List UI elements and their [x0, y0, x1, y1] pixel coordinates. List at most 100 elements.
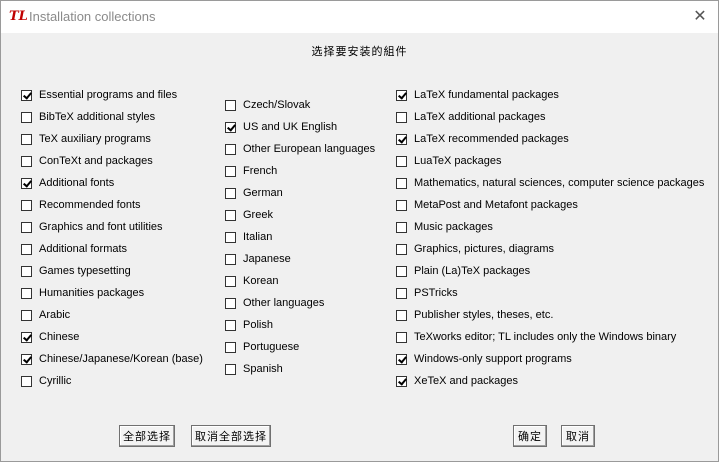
- collection-item[interactable]: Humanities packages: [21, 286, 144, 300]
- collection-item[interactable]: Arabic: [21, 308, 70, 322]
- collection-item[interactable]: Portuguese: [225, 340, 299, 354]
- collection-item[interactable]: Greek: [225, 208, 273, 222]
- collection-checkbox[interactable]: [396, 221, 407, 233]
- collection-checkbox[interactable]: [225, 341, 236, 353]
- collection-item[interactable]: LaTeX recommended packages: [396, 132, 569, 146]
- collection-checkbox[interactable]: [396, 331, 407, 343]
- collection-item[interactable]: Essential programs and files: [21, 88, 177, 102]
- collection-item[interactable]: Chinese: [21, 330, 79, 344]
- collection-checkbox[interactable]: [225, 143, 236, 155]
- collection-item[interactable]: Chinese/Japanese/Korean (base): [21, 352, 203, 366]
- collection-item[interactable]: Mathematics, natural sciences, computer …: [396, 176, 704, 190]
- collection-item[interactable]: Czech/Slovak: [225, 98, 310, 112]
- close-icon[interactable]: ✕: [692, 8, 708, 24]
- collection-checkbox[interactable]: [21, 353, 32, 365]
- deselect-all-button[interactable]: 取消全部选择: [191, 425, 271, 447]
- collection-item[interactable]: Recommended fonts: [21, 198, 141, 212]
- collection-item[interactable]: LaTeX fundamental packages: [396, 88, 559, 102]
- collection-checkbox[interactable]: [225, 165, 236, 177]
- title-bar: TL Installation collections ✕: [1, 1, 718, 33]
- collection-label: Czech/Slovak: [243, 99, 311, 111]
- collection-item[interactable]: Other languages: [225, 296, 324, 310]
- collection-checkbox[interactable]: [396, 287, 407, 299]
- collection-label: Cyrillic: [39, 375, 72, 387]
- collection-checkbox[interactable]: [396, 265, 407, 277]
- cancel-button[interactable]: 取消: [561, 425, 595, 447]
- collection-item[interactable]: Graphics, pictures, diagrams: [396, 242, 554, 256]
- collection-checkbox[interactable]: [225, 209, 236, 221]
- collection-checkbox[interactable]: [21, 89, 32, 101]
- collection-item[interactable]: Graphics and font utilities: [21, 220, 163, 234]
- collection-item[interactable]: US and UK English: [225, 120, 337, 134]
- collection-checkbox[interactable]: [396, 353, 407, 365]
- collection-item[interactable]: Spanish: [225, 362, 283, 376]
- collection-checkbox[interactable]: [396, 309, 407, 321]
- collection-item[interactable]: Additional fonts: [21, 176, 114, 190]
- collection-checkbox[interactable]: [396, 155, 407, 167]
- collection-item[interactable]: Polish: [225, 318, 273, 332]
- collection-item[interactable]: MetaPost and Metafont packages: [396, 198, 578, 212]
- collection-label: US and UK English: [243, 121, 338, 133]
- collection-item[interactable]: Music packages: [396, 220, 493, 234]
- collection-item[interactable]: LuaTeX packages: [396, 154, 501, 168]
- collection-checkbox[interactable]: [396, 89, 407, 101]
- collection-item[interactable]: Japanese: [225, 252, 291, 266]
- collection-label: LaTeX recommended packages: [414, 133, 569, 145]
- collection-checkbox[interactable]: [225, 275, 236, 287]
- collection-checkbox[interactable]: [396, 111, 407, 123]
- collection-label: Italian: [243, 231, 273, 243]
- collection-item[interactable]: Cyrillic: [21, 374, 71, 388]
- select-all-button[interactable]: 全部选择: [119, 425, 175, 447]
- collection-label: ConTeXt and packages: [39, 155, 153, 167]
- collection-item[interactable]: Games typesetting: [21, 264, 131, 278]
- collection-checkbox[interactable]: [21, 287, 32, 299]
- collection-checkbox[interactable]: [225, 363, 236, 375]
- collection-item[interactable]: ConTeXt and packages: [21, 154, 153, 168]
- collection-checkbox[interactable]: [225, 319, 236, 331]
- collection-item[interactable]: Additional formats: [21, 242, 127, 256]
- ok-button[interactable]: 确定: [513, 425, 547, 447]
- collection-checkbox[interactable]: [225, 297, 236, 309]
- collection-checkbox[interactable]: [396, 243, 407, 255]
- collection-checkbox[interactable]: [396, 177, 407, 189]
- collection-item[interactable]: PSTricks: [396, 286, 458, 300]
- collection-item[interactable]: TeX auxiliary programs: [21, 132, 151, 146]
- collection-checkbox[interactable]: [21, 331, 32, 343]
- collection-item[interactable]: German: [225, 186, 283, 200]
- collection-label: Music packages: [414, 221, 493, 233]
- collection-checkbox[interactable]: [225, 187, 236, 199]
- collection-checkbox[interactable]: [21, 309, 32, 321]
- collection-checkbox[interactable]: [21, 199, 32, 211]
- collection-checkbox[interactable]: [21, 221, 32, 233]
- collection-item[interactable]: Korean: [225, 274, 278, 288]
- collection-label: PSTricks: [414, 287, 458, 299]
- collection-checkbox[interactable]: [225, 231, 236, 243]
- collection-checkbox[interactable]: [396, 375, 407, 387]
- collection-label: Humanities packages: [39, 287, 145, 299]
- collection-item[interactable]: Publisher styles, theses, etc.: [396, 308, 553, 322]
- collection-checkbox[interactable]: [21, 243, 32, 255]
- collection-item[interactable]: TeXworks editor; TL includes only the Wi…: [396, 330, 676, 344]
- collection-item[interactable]: French: [225, 164, 277, 178]
- collection-item[interactable]: LaTeX additional packages: [396, 110, 545, 124]
- collection-checkbox[interactable]: [396, 199, 407, 211]
- collection-checkbox[interactable]: [396, 133, 407, 145]
- collection-item[interactable]: Plain (La)TeX packages: [396, 264, 530, 278]
- collection-item[interactable]: Other European languages: [225, 142, 375, 156]
- collection-label: LuaTeX packages: [414, 155, 502, 167]
- collection-checkbox[interactable]: [21, 265, 32, 277]
- collection-item[interactable]: Italian: [225, 230, 272, 244]
- collection-checkbox[interactable]: [21, 177, 32, 189]
- collection-item[interactable]: XeTeX and packages: [396, 374, 518, 388]
- collection-label: Portuguese: [243, 341, 300, 353]
- collection-checkbox[interactable]: [21, 133, 32, 145]
- collection-checkbox[interactable]: [225, 121, 236, 133]
- collection-checkbox[interactable]: [225, 253, 236, 265]
- collection-checkbox[interactable]: [21, 111, 32, 123]
- collection-item[interactable]: BibTeX additional styles: [21, 110, 155, 124]
- collection-checkbox[interactable]: [225, 99, 236, 111]
- collection-checkbox[interactable]: [21, 375, 32, 387]
- collection-checkbox[interactable]: [21, 155, 32, 167]
- collection-item[interactable]: Windows-only support programs: [396, 352, 572, 366]
- collection-label: LaTeX fundamental packages: [414, 89, 559, 101]
